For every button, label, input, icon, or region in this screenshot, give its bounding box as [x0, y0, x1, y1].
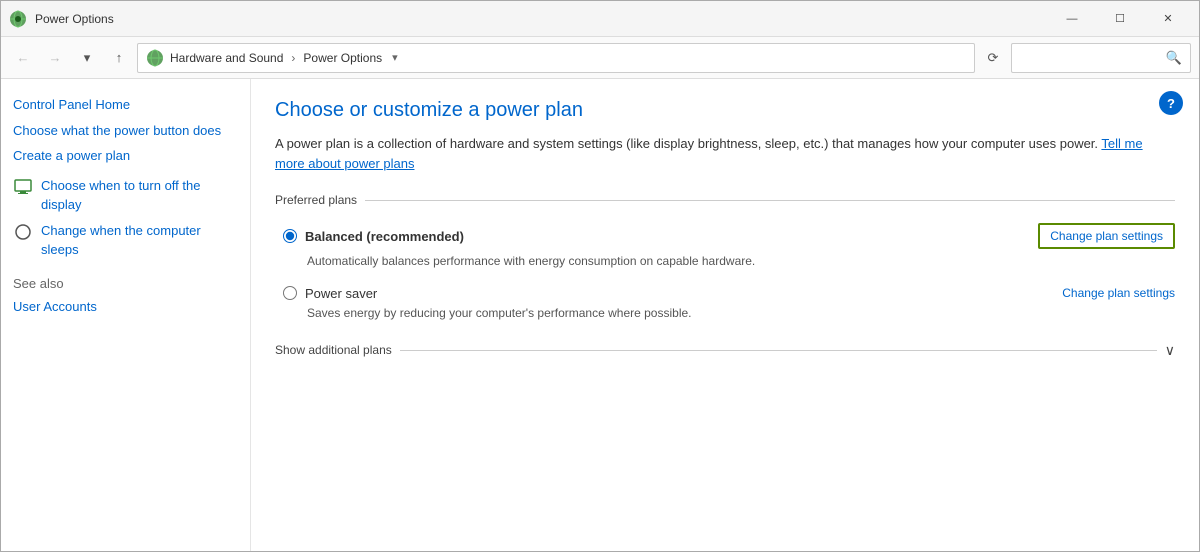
- sidebar-item-create-plan[interactable]: Create a power plan: [13, 146, 238, 166]
- sidebar-item-computer-sleeps[interactable]: Change when the computer sleeps: [13, 221, 238, 260]
- plan-item-balanced: Balanced (recommended) Change plan setti…: [275, 223, 1175, 270]
- sidebar-link-turn-off-display[interactable]: Choose when to turn off the display: [41, 176, 238, 215]
- sleep-icon: [13, 222, 33, 242]
- additional-plans-line: [400, 350, 1157, 351]
- sidebar-link-user-accounts[interactable]: User Accounts: [13, 297, 238, 317]
- breadcrumb2: Power Options: [303, 51, 382, 65]
- see-also-label: See also: [13, 276, 238, 291]
- forward-button[interactable]: →: [41, 44, 69, 72]
- power-options-window: Power Options — ☐ ✕ ← → ▾ ↑ Hardware and…: [0, 0, 1200, 552]
- minimize-button[interactable]: —: [1049, 4, 1095, 34]
- back-button[interactable]: ←: [9, 44, 37, 72]
- address-bar: ← → ▾ ↑ Hardware and Sound › Power Optio…: [1, 37, 1199, 79]
- plan-radio-balanced[interactable]: [283, 229, 297, 243]
- window-icon: [9, 10, 27, 28]
- address-text: Hardware and Sound › Power Options: [170, 51, 382, 65]
- sidebar-item-power-button[interactable]: Choose what the power button does: [13, 121, 238, 141]
- address-icon: [146, 49, 164, 67]
- window-controls: — ☐ ✕: [1049, 4, 1191, 34]
- plan-header-balanced: Balanced (recommended) Change plan setti…: [283, 223, 1175, 249]
- address-dropdown-icon: ▾: [392, 51, 398, 64]
- content-description: A power plan is a collection of hardware…: [275, 134, 1175, 173]
- additional-plans-chevron[interactable]: ∨: [1165, 342, 1175, 359]
- search-box[interactable]: 🔍: [1011, 43, 1191, 73]
- help-button[interactable]: ?: [1159, 91, 1183, 115]
- plan-label-power-saver[interactable]: Power saver: [283, 286, 377, 301]
- divider-line: [365, 200, 1175, 201]
- preferred-plans-divider: Preferred plans: [275, 193, 1175, 207]
- plan-desc-power-saver: Saves energy by reducing your computer's…: [307, 305, 1175, 322]
- preferred-plans-label: Preferred plans: [275, 193, 357, 207]
- sidebar-main-links: Control Panel Home Choose what the power…: [13, 95, 238, 166]
- up-button[interactable]: ↑: [105, 44, 133, 72]
- window-title: Power Options: [35, 12, 1049, 26]
- page-title: Choose or customize a power plan: [275, 99, 1175, 122]
- search-input[interactable]: [1020, 51, 1166, 65]
- sidebar: Control Panel Home Choose what the power…: [1, 79, 251, 551]
- breadcrumb-separator: ›: [291, 51, 295, 65]
- plan-radio-power-saver[interactable]: [283, 286, 297, 300]
- address-box[interactable]: Hardware and Sound › Power Options ▾: [137, 43, 975, 73]
- sidebar-item-turn-off-display[interactable]: Choose when to turn off the display: [13, 176, 238, 215]
- additional-plans-label: Show additional plans: [275, 343, 392, 357]
- maximize-button[interactable]: ☐: [1097, 4, 1143, 34]
- change-plan-btn-power-saver[interactable]: Change plan settings: [1062, 286, 1175, 300]
- plan-desc-balanced: Automatically balances performance with …: [307, 253, 1175, 270]
- refresh-button[interactable]: ⟳: [979, 44, 1007, 72]
- main-area: Control Panel Home Choose what the power…: [1, 79, 1199, 551]
- title-bar: Power Options — ☐ ✕: [1, 1, 1199, 37]
- plan-item-power-saver: Power saver Change plan settings Saves e…: [275, 286, 1175, 322]
- display-icon: [13, 177, 33, 197]
- plan-header-power-saver: Power saver Change plan settings: [283, 286, 1175, 301]
- additional-plans-section: Show additional plans ∨: [275, 342, 1175, 359]
- close-button[interactable]: ✕: [1145, 4, 1191, 34]
- sidebar-item-control-panel-home[interactable]: Control Panel Home: [13, 95, 238, 115]
- content-area: ? Choose or customize a power plan A pow…: [251, 79, 1199, 551]
- breadcrumb1: Hardware and Sound: [170, 51, 283, 65]
- search-icon: 🔍: [1166, 50, 1182, 66]
- dropdown-button[interactable]: ▾: [73, 44, 101, 72]
- plan-label-balanced[interactable]: Balanced (recommended): [283, 229, 464, 244]
- sidebar-link-computer-sleeps[interactable]: Change when the computer sleeps: [41, 221, 238, 260]
- change-plan-btn-balanced[interactable]: Change plan settings: [1038, 223, 1175, 249]
